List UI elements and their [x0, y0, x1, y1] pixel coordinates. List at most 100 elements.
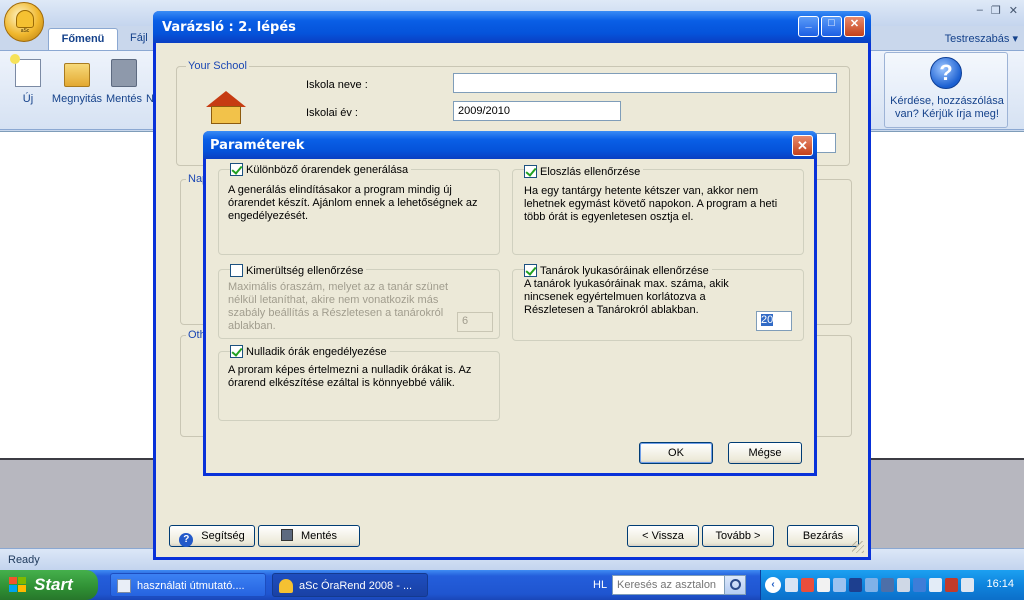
zero-lessons-checkbox[interactable]: Nulladik órák engedélyezése: [230, 345, 390, 358]
desc-line: A proram képes értelmezni a nulladik órá…: [228, 364, 472, 376]
show-hidden-icons-icon[interactable]: ‹: [765, 577, 781, 593]
tray-app-icon[interactable]: [817, 578, 830, 592]
bluetooth-icon[interactable]: [849, 578, 862, 592]
bell-icon: [279, 579, 293, 593]
hidden-field-edge[interactable]: [816, 133, 836, 153]
start-button[interactable]: Start: [0, 570, 98, 600]
new-document-icon: [10, 54, 41, 87]
maximize-icon: □: [828, 17, 835, 29]
school-year-label: Iskolai év :: [306, 107, 358, 119]
dialog-title: Paraméterek: [210, 138, 305, 153]
desc-line: nélkül letaníthat, akire nem vonatkozik …: [228, 294, 439, 306]
system-tray: ‹ 16:14: [760, 570, 1024, 600]
new-button[interactable]: Új: [10, 54, 44, 105]
resize-grip[interactable]: [852, 541, 864, 553]
close-icon[interactable]: ✕: [1009, 4, 1018, 17]
tray-icons: [785, 578, 974, 592]
max-gaps-input[interactable]: 20: [756, 311, 792, 331]
taskbar: Start használati útmutató.... aSc ÓraRen…: [0, 570, 1024, 600]
folder-icon: [64, 63, 90, 87]
desc-line: engedélyezését.: [228, 210, 309, 222]
tab-main[interactable]: Főmenü: [48, 28, 118, 50]
network-icon[interactable]: [881, 578, 894, 592]
distribution-desc: Ha egy tantárgy hetente kétszer van, akk…: [524, 185, 777, 224]
desc-line: órarendet készít. Ajánlom ennek a lehető…: [228, 197, 478, 209]
tray-app-icon[interactable]: [785, 578, 798, 592]
wizard-titlebar[interactable]: Varázsló : 2. lépés _ □ ✕: [153, 11, 871, 43]
tray-app-icon[interactable]: [897, 578, 910, 592]
fatigue-desc: Maximális óraszám, melyet az a tanár szü…: [228, 281, 448, 333]
school-name-input[interactable]: [453, 73, 837, 93]
close-button[interactable]: Bezárás: [787, 525, 859, 547]
tray-app-icon[interactable]: [929, 578, 942, 592]
checkbox-unchecked-icon: [230, 264, 243, 277]
wizard-maximize-button[interactable]: □: [821, 16, 842, 37]
tray-app-icon[interactable]: [833, 578, 846, 592]
windows-logo-icon: [9, 577, 27, 593]
customize-menu[interactable]: Testreszabás ▾: [945, 32, 1018, 45]
school-year-input[interactable]: [453, 101, 621, 121]
tray-app-icon[interactable]: [801, 578, 814, 592]
disk-icon: [111, 59, 137, 87]
taskbar-item-active[interactable]: aSc ÓraRend 2008 - ...: [272, 573, 428, 597]
feedback-help-button[interactable]: ? Kérdése, hozzászólása van? Kérjük írja…: [884, 52, 1008, 128]
help-button[interactable]: ? Segítség: [169, 525, 255, 547]
desc-line: lehetnek egymást követő napokon. A progr…: [524, 198, 778, 210]
tab-file[interactable]: Fájl: [130, 32, 148, 44]
open-button-label: Megnyitás: [51, 93, 103, 105]
desc-line: A generálás elindításakor a program mind…: [228, 184, 452, 196]
wizard-title: Varázsló : 2. lépés: [162, 20, 296, 35]
taskbar-item[interactable]: használati útmutató....: [110, 573, 266, 597]
help-icon: ?: [179, 533, 194, 547]
tray-app-icon[interactable]: [945, 578, 958, 592]
zero-lessons-label: Nulladik órák engedélyezése: [246, 345, 387, 358]
disk-icon: [280, 529, 293, 541]
wizard-close-button[interactable]: ✕: [844, 16, 865, 37]
ok-button[interactable]: OK: [639, 442, 713, 464]
customize-label: Testreszabás: [944, 33, 1010, 45]
fatigue-label: Kimerültség ellenőrzése: [246, 264, 364, 277]
dialog-close-button[interactable]: ✕: [792, 135, 813, 156]
back-button[interactable]: < Vissza: [627, 525, 699, 547]
diff-timetables-label: Különböző órarendek generálása: [246, 163, 409, 176]
save-button-label: Mentés: [300, 530, 338, 542]
app-window-controls: – ❐ ✕: [977, 4, 1018, 17]
gaps-checkbox[interactable]: Tanárok lyukasóráinak ellenőrzése: [524, 264, 712, 277]
feedback-text: Kérdése, hozzászólása van? Kérjük írja m…: [890, 95, 1004, 120]
dialog-titlebar[interactable]: Paraméterek ✕: [203, 131, 817, 159]
checkbox-checked-icon: [524, 264, 537, 277]
fatigue-checkbox[interactable]: Kimerültség ellenőrzése: [230, 264, 367, 277]
restore-icon[interactable]: ❐: [991, 4, 1001, 17]
distribution-label: Eloszlás ellenőrzése: [540, 165, 641, 178]
status-text: Ready: [8, 554, 40, 566]
save-button[interactable]: Mentés: [258, 525, 360, 547]
document-icon: [117, 579, 131, 593]
wizard-minimize-button[interactable]: _: [798, 16, 819, 37]
diff-timetables-checkbox[interactable]: Különböző órarendek generálása: [230, 163, 412, 176]
desc-line: nincsenek egyértelmuen korlátozva a: [524, 291, 706, 303]
cancel-button[interactable]: Mégse: [728, 442, 802, 464]
search-icon[interactable]: [724, 575, 746, 595]
open-button[interactable]: Megnyitás: [50, 59, 104, 105]
language-indicator[interactable]: HL: [593, 579, 607, 591]
parameters-dialog: Paraméterek ✕ Különböző órarendek generá…: [203, 131, 817, 476]
minimize-icon[interactable]: –: [977, 4, 983, 17]
distribution-checkbox[interactable]: Eloszlás ellenőrzése: [524, 165, 644, 178]
desc-line: órarend elkészítése ezáltal is könnyebbé…: [228, 377, 455, 389]
next-button[interactable]: Tovább >: [702, 525, 774, 547]
tray-app-icon[interactable]: [865, 578, 878, 592]
checkbox-checked-icon: [524, 165, 537, 178]
school-house-icon: [206, 91, 246, 125]
save-ribbon-button[interactable]: Mentés: [104, 59, 144, 105]
desc-line: Részletesen a Tanárokról ablakban.: [524, 304, 699, 316]
fatigue-max-hours-input: 6: [457, 312, 493, 332]
gaps-desc: A tanárok lyukasóráinak max. száma, akik…: [524, 278, 729, 317]
tray-app-icon[interactable]: [913, 578, 926, 592]
max-gaps-value: 20: [761, 314, 774, 326]
clock[interactable]: 16:14: [986, 578, 1014, 590]
desc-line: Ha egy tantárgy hetente kétszer van, akk…: [524, 185, 759, 197]
school-group-label: Your School: [186, 60, 249, 72]
gaps-label: Tanárok lyukasóráinak ellenőrzése: [540, 264, 709, 277]
desc-line: A tanárok lyukasóráinak max. száma, akik: [524, 278, 729, 290]
volume-icon[interactable]: [961, 578, 974, 592]
